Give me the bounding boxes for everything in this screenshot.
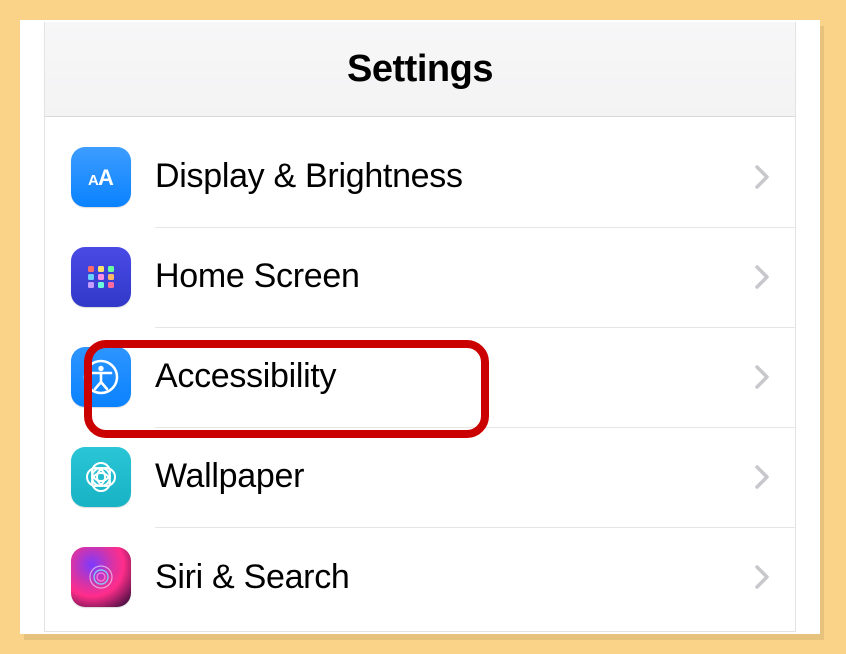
chevron-right-icon bbox=[755, 565, 769, 589]
chevron-right-icon bbox=[755, 265, 769, 289]
wallpaper-icon bbox=[71, 447, 131, 507]
accessibility-icon bbox=[71, 347, 131, 407]
chevron-right-icon bbox=[755, 165, 769, 189]
row-home-screen[interactable]: Home Screen bbox=[45, 227, 795, 327]
screenshot-frame: Settings A A Display & Brightness bbox=[20, 20, 820, 634]
row-content: Siri & Search bbox=[155, 527, 795, 627]
home-screen-icon bbox=[71, 247, 131, 307]
display-brightness-icon: A A bbox=[71, 147, 131, 207]
row-wallpaper[interactable]: Wallpaper bbox=[45, 427, 795, 527]
row-siri-search[interactable]: Siri & Search bbox=[45, 527, 795, 627]
chevron-right-icon bbox=[755, 465, 769, 489]
siri-icon bbox=[71, 547, 131, 607]
svg-text:A: A bbox=[98, 165, 114, 190]
settings-list: A A Display & Brightness bbox=[45, 117, 795, 627]
row-label: Home Screen bbox=[155, 257, 755, 296]
row-accessibility[interactable]: Accessibility bbox=[45, 327, 795, 427]
settings-header: Settings bbox=[45, 22, 795, 117]
row-content: Wallpaper bbox=[155, 427, 795, 528]
settings-panel: Settings A A Display & Brightness bbox=[44, 22, 796, 632]
row-label: Wallpaper bbox=[155, 457, 755, 496]
row-label: Siri & Search bbox=[155, 558, 755, 597]
row-label: Accessibility bbox=[155, 357, 755, 396]
row-content: Accessibility bbox=[155, 327, 795, 428]
row-content: Home Screen bbox=[155, 227, 795, 328]
page-title: Settings bbox=[347, 48, 493, 91]
row-display-brightness[interactable]: A A Display & Brightness bbox=[45, 127, 795, 227]
row-label: Display & Brightness bbox=[155, 157, 755, 196]
chevron-right-icon bbox=[755, 365, 769, 389]
row-content: Display & Brightness bbox=[155, 127, 795, 228]
